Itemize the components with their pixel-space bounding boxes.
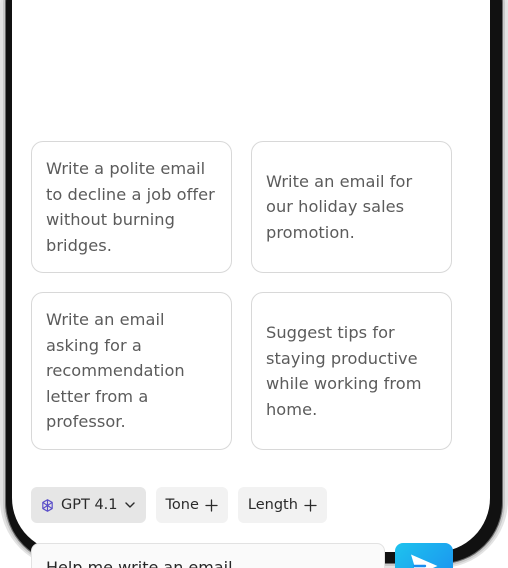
openai-logo-icon [40,498,55,513]
suggestion-card-productivity-tips[interactable]: Suggest tips for staying productive whil… [251,292,452,450]
tone-option-label: Tone [165,497,199,513]
composer-row [31,543,453,568]
model-selector-label: GPT 4.1 [61,497,118,513]
length-option-button[interactable]: Length [237,487,327,523]
tone-option-button[interactable]: Tone [155,487,228,523]
suggestion-card-text: Write a polite email to decline a job of… [46,159,215,255]
suggestion-card-text: Write an email asking for a recommendati… [46,310,185,432]
chevron-down-icon [124,499,136,511]
send-icon [409,553,439,568]
suggestion-card-text: Suggest tips for staying productive whil… [266,323,422,419]
suggestion-card-text: Write an email for our holiday sales pro… [266,171,413,242]
model-selector[interactable]: GPT 4.1 [31,487,146,523]
suggestion-card-holiday-sales[interactable]: Write an email for our holiday sales pro… [251,141,452,273]
length-option-label: Length [247,497,298,513]
plus-icon [205,498,218,512]
send-button[interactable] [395,543,453,568]
plus-icon [304,498,317,512]
app-stage: Write a polite email to decline a job of… [0,0,508,568]
suggestion-card-decline-offer[interactable]: Write a polite email to decline a job of… [31,141,232,273]
prompt-input[interactable] [31,543,385,568]
suggestion-card-recommendation-letter[interactable]: Write an email asking for a recommendati… [31,292,232,450]
phone-screen [12,0,490,552]
composer-options: GPT 4.1 Tone Length [31,487,327,523]
